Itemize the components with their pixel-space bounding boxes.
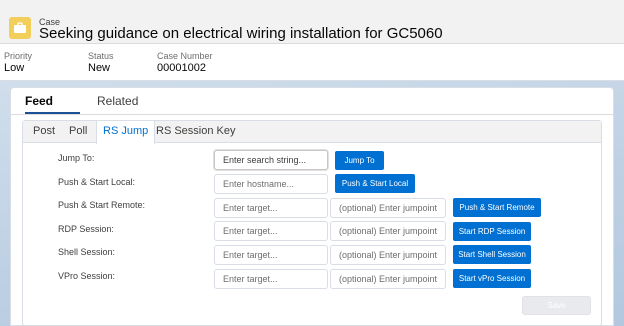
tab-related[interactable]: Related: [97, 94, 138, 108]
subtab-rs-session-key[interactable]: RS Session Key: [150, 121, 241, 143]
field-label: Status: [88, 51, 114, 61]
publisher-tabs: Post Poll RS Jump RS Session Key: [23, 121, 601, 144]
jump-to-search-input[interactable]: [214, 150, 328, 170]
record-header: Case Seeking guidance on electrical wiri…: [0, 0, 624, 81]
jump-to-button[interactable]: Jump To: [335, 151, 384, 170]
field-value: New: [88, 62, 111, 74]
shell-jumpoint-input[interactable]: [330, 245, 446, 265]
field-priority: Priority Low: [4, 51, 32, 74]
push-remote-label: Push & Start Remote:: [58, 200, 146, 210]
push-local-button[interactable]: Push & Start Local: [335, 174, 415, 193]
rdp-target-input[interactable]: [214, 221, 328, 241]
subtab-post[interactable]: Post: [27, 121, 61, 143]
subtab-rs-jump[interactable]: RS Jump: [96, 121, 156, 144]
field-value: 00001002: [157, 62, 206, 74]
case-icon: [9, 17, 31, 39]
publisher-panel: Post Poll RS Jump RS Session Key Jump To…: [22, 120, 602, 326]
field-status: Status New: [88, 51, 114, 74]
push-remote-jumpoint-input[interactable]: [330, 198, 446, 218]
field-label: Case Number: [157, 51, 213, 61]
field-label: Priority: [4, 51, 33, 61]
start-shell-session-button[interactable]: Start Shell Session: [453, 245, 531, 264]
push-remote-button[interactable]: Push & Start Remote: [453, 198, 541, 217]
field-case-number: Case Number 00001002: [157, 51, 213, 74]
vpro-jumpoint-input[interactable]: [330, 269, 446, 289]
record-header-top: Case Seeking guidance on electrical wiri…: [0, 0, 624, 44]
push-local-hostname-input[interactable]: [214, 174, 328, 194]
tab-feed[interactable]: Feed: [25, 94, 53, 108]
start-vpro-session-button[interactable]: Start vPro Session: [453, 269, 531, 288]
shell-target-input[interactable]: [214, 245, 328, 265]
push-local-label: Push & Start Local:: [58, 177, 136, 187]
jump-to-label: Jump To:: [58, 153, 95, 163]
rdp-session-label: RDP Session:: [58, 224, 114, 234]
vpro-target-input[interactable]: [214, 269, 328, 289]
tab-divider: [11, 114, 613, 115]
subtab-poll[interactable]: Poll: [63, 121, 93, 143]
vpro-session-label: VPro Session:: [58, 271, 116, 281]
start-rdp-session-button[interactable]: Start RDP Session: [453, 222, 531, 241]
field-value: Low: [4, 62, 25, 74]
save-button[interactable]: Save: [522, 296, 591, 315]
record-title: Seeking guidance on electrical wiring in…: [39, 25, 443, 42]
shell-session-label: Shell Session:: [58, 247, 116, 257]
rdp-jumpoint-input[interactable]: [330, 221, 446, 241]
push-remote-target-input[interactable]: [214, 198, 328, 218]
